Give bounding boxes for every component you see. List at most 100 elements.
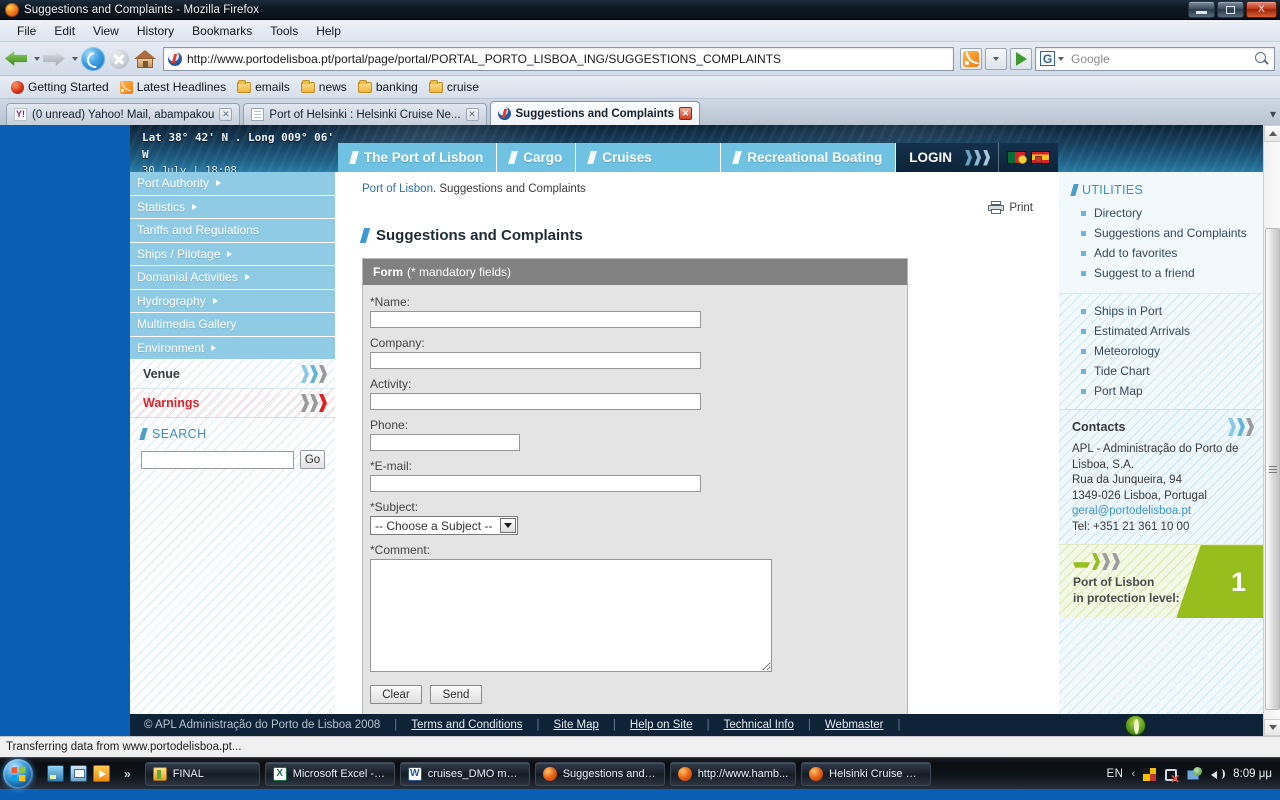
vertical-scrollbar[interactable] [1263,125,1280,736]
sidebar-item-environment[interactable]: Environment [130,336,335,360]
close-icon[interactable]: ✕ [465,108,479,121]
footer-link-technical-info[interactable]: Technical Info [724,719,794,731]
tab-yahoo-mail[interactable]: Y! (0 unread) Yahoo! Mail, abampakou ✕ [6,103,241,125]
list-item[interactable]: Port Map [1072,381,1264,401]
service-ships-in-port[interactable]: Ships in Port [1094,304,1162,318]
bookmark-emails[interactable]: emails [233,79,294,95]
language-indicator[interactable]: EN [1107,768,1124,780]
list-item[interactable]: Meteorology [1072,341,1264,361]
contact-email-link[interactable]: geral@portodelisboa.pt [1072,505,1191,517]
search-bar[interactable]: G Google [1035,46,1275,71]
media-player-icon[interactable] [93,765,110,782]
close-icon[interactable]: ✕ [678,107,692,120]
email-field[interactable] [370,475,701,492]
scroll-up-button[interactable] [1264,125,1280,142]
menu-view[interactable]: View [84,22,128,40]
sidebar-item-ships-pilotage[interactable]: Ships / Pilotage [130,242,335,266]
taskbar-item-cruises-dmo[interactable]: W cruises_DMO me k... [399,761,530,786]
tab-suggestions-and-complaints[interactable]: Suggestions and Complaints ✕ [489,101,700,125]
sidebar-item-hydrography[interactable]: Hydrography [130,289,335,313]
login-button[interactable]: LOGIN [896,143,1000,172]
forward-button[interactable] [43,46,69,72]
comment-textarea[interactable] [370,559,772,672]
scrollbar-thumb[interactable] [1265,228,1280,710]
clear-button[interactable]: Clear [370,685,422,704]
menu-bookmarks[interactable]: Bookmarks [183,22,261,40]
list-item[interactable]: Ships in Port [1072,301,1264,321]
sidebar-item-venue[interactable]: Venue [130,360,335,389]
reload-icon[interactable] [81,46,105,71]
footer-link-terms-and-conditions[interactable]: Terms and Conditions [411,719,522,731]
sidebar-item-port-authority[interactable]: Port Authority [130,172,335,196]
spain-flag-icon[interactable] [1031,151,1051,164]
send-button[interactable]: Send [430,685,482,704]
clock[interactable]: 8:09 μμ [1233,768,1276,780]
volume-icon[interactable] [1210,767,1226,782]
list-item[interactable]: Suggestions and Complaints [1072,223,1264,243]
sidebar-item-warnings[interactable]: Warnings [130,389,335,418]
menu-history[interactable]: History [128,22,183,40]
device-disconnected-icon[interactable] [1164,767,1180,785]
sidebar-item-tariffs-and-regulations[interactable]: Tariffs and Regulations [130,219,335,243]
subject-select[interactable]: -- Choose a Subject -- [370,516,519,535]
tab-list-chevron-icon[interactable]: ▾ [1270,107,1276,121]
scroll-down-button[interactable] [1264,719,1280,736]
taskbar-item-final[interactable]: FINAL [144,761,260,786]
nav-the-port-of-lisbon[interactable]: The Port of Lisbon [338,143,498,172]
footer-link-webmaster[interactable]: Webmaster [825,719,884,731]
nav-cruises[interactable]: Cruises [576,143,722,172]
name-field[interactable] [370,311,701,328]
back-history-dropdown-icon[interactable] [34,56,40,61]
sidebar-item-statistics[interactable]: Statistics [130,195,335,219]
service-tide-chart[interactable]: Tide Chart [1094,364,1150,378]
search-input[interactable]: Google [1071,52,1254,66]
nav-recreational-boating[interactable]: Recreational Boating [721,143,897,172]
list-item[interactable]: Tide Chart [1072,361,1264,381]
service-estimated-arrivals[interactable]: Estimated Arrivals [1094,324,1190,338]
sidebar-item-domanial-activities[interactable]: Domanial Activities [130,266,335,290]
bookmark-getting-started[interactable]: Getting Started [7,79,113,95]
taskbar-item-suggestions-and-complaints[interactable]: Suggestions and C... [534,761,665,786]
google-icon[interactable]: G [1040,51,1055,66]
close-button[interactable]: X [1246,1,1277,18]
company-field[interactable] [370,352,701,369]
utility-directory[interactable]: Directory [1094,206,1142,220]
maximize-button[interactable] [1217,1,1244,18]
list-item[interactable]: Suggest to a friend [1072,263,1264,283]
language-bar-icon[interactable] [1143,767,1157,781]
list-item[interactable]: Directory [1072,203,1264,223]
url-bar[interactable]: http://www.portodelisboa.pt/portal/page/… [163,46,954,71]
service-meteorology[interactable]: Meteorology [1094,344,1160,358]
sidebar-item-multimedia-gallery[interactable]: Multimedia Gallery [130,313,335,337]
footer-link-help-on-site[interactable]: Help on Site [630,719,693,731]
list-item[interactable]: Estimated Arrivals [1072,321,1264,341]
network-icon[interactable] [1187,766,1203,782]
footer-link-site-map[interactable]: Site Map [554,719,599,731]
search-go-button[interactable]: Go [300,450,325,469]
print-row-top[interactable]: Print [335,201,1059,214]
chevron-down-icon[interactable] [500,518,517,533]
menu-tools[interactable]: Tools [261,22,307,40]
search-icon[interactable] [1254,51,1269,66]
minimize-button[interactable] [1188,1,1215,18]
taskbar-item-helsinki-cruise-net[interactable]: Helsinki Cruise Net... [801,761,932,786]
search-input[interactable] [141,450,294,469]
service-port-map[interactable]: Port Map [1094,384,1143,398]
menu-edit[interactable]: Edit [45,22,84,40]
utility-suggest-to-a-friend[interactable]: Suggest to a friend [1094,266,1195,280]
utility-add-to-favorites[interactable]: Add to favorites [1094,246,1177,260]
menu-file[interactable]: File [8,22,45,40]
home-icon[interactable] [133,48,157,70]
bookmark-cruise[interactable]: cruise [425,79,483,95]
phone-field[interactable] [370,434,520,451]
switch-windows-icon[interactable] [70,765,87,782]
show-desktop-icon[interactable] [47,765,64,782]
utility-suggestions-and-complaints[interactable]: Suggestions and Complaints [1094,226,1247,240]
search-engine-chevron-icon[interactable] [1058,56,1064,61]
taskbar-item-hamburg[interactable]: http://www.hamb... [669,761,797,786]
list-item[interactable]: Add to favorites [1072,243,1264,263]
bookmark-banking[interactable]: banking [354,79,422,95]
bookmark-news[interactable]: news [297,79,351,95]
nav-cargo[interactable]: Cargo [497,143,577,172]
portugal-flag-icon[interactable] [1007,151,1028,164]
